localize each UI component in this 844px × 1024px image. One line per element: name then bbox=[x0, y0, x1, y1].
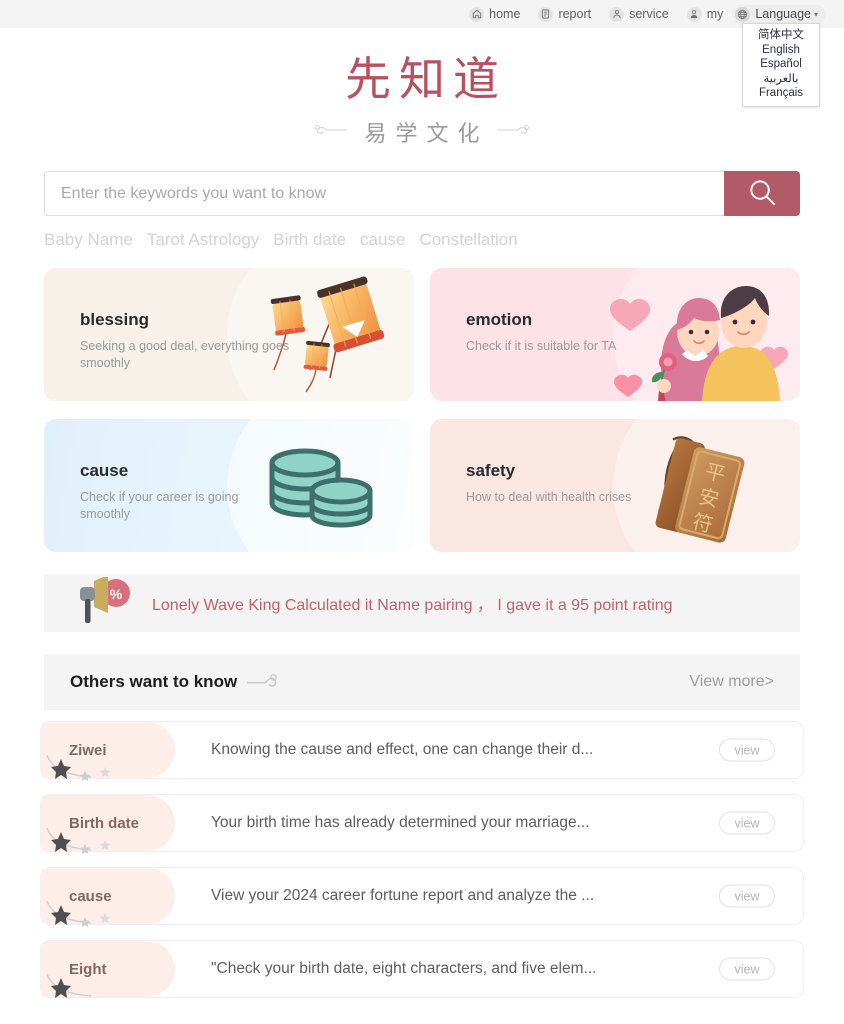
view-button[interactable]: view bbox=[719, 811, 775, 835]
cloud-icon bbox=[246, 672, 278, 693]
chevron-down-icon: ▾ bbox=[813, 9, 818, 19]
feature-card-grid: blessing Seeking a good deal, everything… bbox=[44, 268, 800, 552]
stars-decoration-icon bbox=[45, 753, 121, 792]
megaphone-icon: % bbox=[72, 574, 138, 630]
home-icon bbox=[469, 6, 485, 22]
view-button[interactable]: view bbox=[719, 738, 775, 762]
card-title: cause bbox=[80, 461, 129, 480]
top-utility-bar: home report service my Language ▾ 简体中文 E… bbox=[0, 0, 844, 107]
service-icon bbox=[609, 6, 625, 22]
search-bar bbox=[44, 171, 800, 216]
feature-card-cause[interactable]: cause Check if your career is going smoo… bbox=[44, 419, 414, 552]
hot-tag-cause[interactable]: cause bbox=[360, 230, 405, 250]
view-button[interactable]: view bbox=[719, 884, 775, 908]
logo-subtitle-row: 易学文化 bbox=[0, 116, 844, 148]
question-list: Ziwei Knowing the cause and effect, one … bbox=[40, 721, 804, 998]
cloud-icon-right bbox=[496, 122, 530, 143]
language-option-es[interactable]: Español bbox=[743, 57, 819, 72]
language-dropdown-menu[interactable]: 简体中文 English Español بالعربية Français bbox=[742, 23, 820, 107]
language-option-en[interactable]: English bbox=[743, 43, 819, 58]
nav-label-report: report bbox=[558, 7, 592, 21]
card-subtitle: Check if it is suitable for TA bbox=[466, 339, 617, 353]
nav-item-home[interactable]: home bbox=[460, 3, 529, 25]
card-title: blessing bbox=[80, 310, 149, 329]
question-row[interactable]: cause View your 2024 career fortune repo… bbox=[40, 867, 804, 927]
report-icon bbox=[538, 6, 554, 22]
stars-decoration-icon bbox=[45, 826, 121, 865]
question-row[interactable]: Birth date Your birth time has already d… bbox=[40, 794, 804, 854]
announcement-message: Lonely Wave King Calculated it Name pair… bbox=[152, 597, 673, 614]
hot-tag-baby-name[interactable]: Baby Name bbox=[44, 230, 133, 250]
question-text: "Check your birth date, eight characters… bbox=[211, 960, 597, 977]
question-text: Your birth time has already determined y… bbox=[211, 814, 590, 831]
nav-label-service: service bbox=[629, 7, 669, 21]
hot-tag-constellation[interactable]: Constellation bbox=[419, 230, 517, 250]
nav-label-home: home bbox=[489, 7, 521, 21]
card-subtitle: How to deal with health crises bbox=[466, 490, 632, 504]
stars-decoration-icon bbox=[45, 899, 121, 938]
feature-card-blessing[interactable]: blessing Seeking a good deal, everything… bbox=[44, 268, 414, 401]
card-title: safety bbox=[466, 461, 516, 480]
view-button[interactable]: view bbox=[719, 957, 775, 981]
globe-icon bbox=[735, 6, 751, 22]
announcement-badge: % bbox=[110, 586, 123, 602]
question-text: Knowing the cause and effect, one can ch… bbox=[211, 741, 594, 758]
user-icon bbox=[686, 6, 702, 22]
search-button[interactable] bbox=[724, 171, 800, 216]
amulet-icon: 平 安 符 bbox=[638, 423, 766, 552]
nav-item-report[interactable]: report bbox=[529, 3, 600, 25]
language-selector[interactable]: Language ▾ bbox=[732, 4, 826, 24]
feature-card-safety[interactable]: 平 安 符 safety How to deal with health cri… bbox=[430, 419, 800, 552]
hot-tag-list: Baby Name Tarot Astrology Birth date cau… bbox=[44, 230, 800, 250]
hot-tag-tarot[interactable]: Tarot Astrology bbox=[147, 230, 259, 250]
language-label: Language bbox=[755, 7, 811, 21]
question-row[interactable]: Eight "Check your birth date, eight char… bbox=[40, 940, 804, 998]
section-title: Others want to know bbox=[70, 672, 238, 691]
view-more-link[interactable]: View more> bbox=[689, 673, 774, 691]
hot-tag-birth-date[interactable]: Birth date bbox=[273, 230, 346, 250]
nav-item-service[interactable]: service bbox=[600, 3, 678, 25]
language-option-ar[interactable]: بالعربية bbox=[743, 72, 819, 87]
section-title-wrap: Others want to know bbox=[70, 672, 278, 693]
stars-decoration-icon bbox=[45, 972, 121, 1011]
language-option-zh[interactable]: 简体中文 bbox=[743, 28, 819, 43]
logo-title: 先知道 bbox=[345, 54, 507, 105]
card-subtitle: Check if your career is going smoothly bbox=[80, 490, 239, 521]
section-header-others-want-to-know: Others want to know View more> bbox=[44, 654, 800, 710]
site-logo: 先知道 易学文化 bbox=[0, 28, 844, 148]
language-option-fr[interactable]: Français bbox=[743, 86, 819, 101]
nav-label-my: my bbox=[706, 7, 724, 21]
search-icon bbox=[747, 177, 778, 211]
card-title: emotion bbox=[466, 310, 533, 329]
search-input[interactable] bbox=[44, 171, 724, 216]
nav-item-my[interactable]: my bbox=[678, 3, 733, 25]
question-text: View your 2024 career fortune report and… bbox=[211, 887, 595, 904]
cloud-icon-left bbox=[314, 122, 348, 143]
card-subtitle: Seeking a good deal, everything goes smo… bbox=[80, 339, 290, 370]
feature-card-emotion[interactable]: emotion Check if it is suitable for TA bbox=[430, 268, 800, 401]
logo-subtitle: 易学文化 bbox=[364, 121, 489, 146]
question-row[interactable]: Ziwei Knowing the cause and effect, one … bbox=[40, 721, 804, 781]
announcement-banner[interactable]: % Lonely Wave King Calculated it Name pa… bbox=[44, 574, 800, 632]
